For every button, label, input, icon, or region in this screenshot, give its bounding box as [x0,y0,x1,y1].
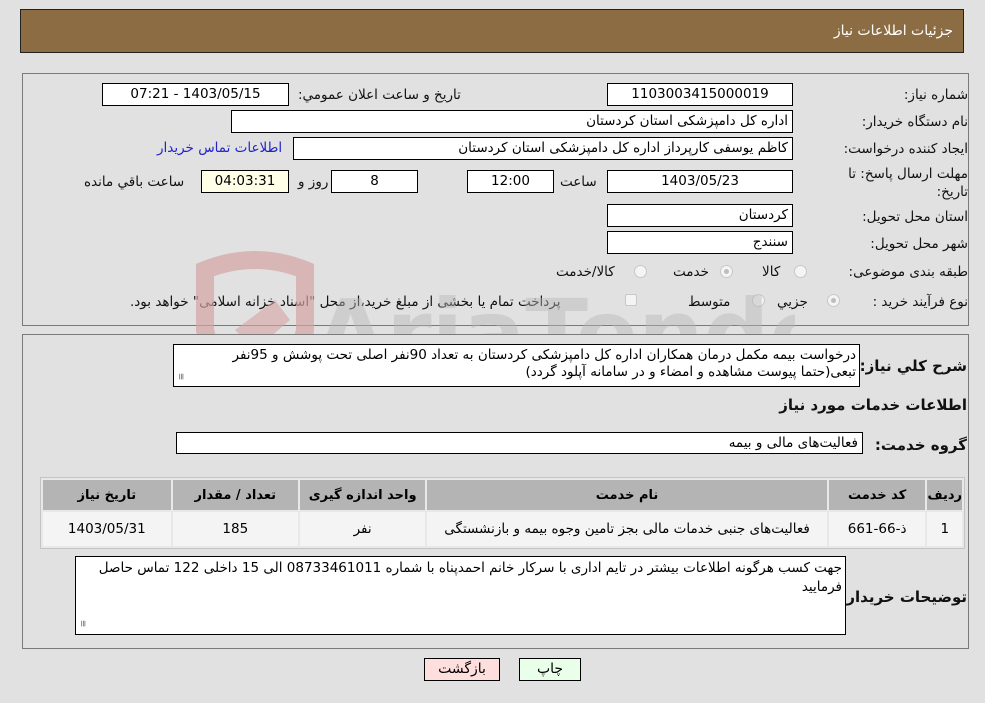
col-quantity: تعداد / مقدار [172,480,298,510]
resize-grip-icon[interactable]: ≡ [76,620,91,628]
deadline-label-date: تاریخ: [936,184,968,200]
services-table: ردیف کد خدمت نام خدمت واحد اندازه گیری ت… [40,477,965,549]
category-option-goods-service: کالا/خدمت [556,264,615,280]
purchase-type-option-minor: جزيي [777,294,808,310]
col-service-name: نام خدمت [427,480,827,510]
requester-field[interactable]: کاظم یوسفی کارپرداز اداره کل دامپزشکی اس… [293,137,793,160]
services-section-title: اطلاعات خدمات مورد نیاز [779,396,967,414]
service-group-field[interactable]: فعالیت‌های مالی و بیمه [176,432,863,454]
back-button[interactable]: بازگشت [424,658,500,681]
services-table-header: ردیف کد خدمت نام خدمت واحد اندازه گیری ت… [43,480,962,510]
purchase-type-radio-minor[interactable] [827,294,840,307]
buyer-org-label: نام دستگاه خریدار: [861,114,968,130]
purchase-type-label: نوع فرآیند خرید : [872,294,968,310]
cell-unit: نفر [299,512,426,546]
description-textarea[interactable]: درخواست بیمه مکمل درمان همکاران اداره کل… [173,344,860,387]
deadline-date-field[interactable]: 1403/05/23 [607,170,793,193]
print-button[interactable]: چاپ [519,658,581,681]
purchase-type-radio-medium[interactable] [752,294,765,307]
category-option-goods: کالا [762,264,781,280]
deadline-label: مهلت ارسال پاسخ: تا [848,166,968,182]
category-radio-service[interactable] [720,265,733,278]
page-header: جزئیات اطلاعات نیاز [20,9,964,53]
remaining-time-label: ساعت باقي مانده [84,174,185,190]
cell-service-name: فعالیت‌های جنبی خدمات مالی بجز تامین وجو… [427,512,827,546]
buyer-notes-textarea[interactable]: جهت کسب هرگونه اطلاعات بیشتر در تایم ادا… [75,556,846,635]
category-option-service: خدمت [673,264,709,280]
delivery-city-field[interactable]: سنندج [607,231,793,254]
delivery-city-label: شهر محل تحویل: [870,236,968,252]
buyer-org-field[interactable]: اداره کل دامپزشکی استان کردستان [231,110,793,133]
announce-datetime-label: تاریخ و ساعت اعلان عمومي: [298,87,461,103]
cell-need-date: 1403/05/31 [43,512,171,546]
requester-label: ایجاد کننده درخواست: [843,141,968,157]
col-unit: واحد اندازه گیری [299,480,426,510]
col-row-number: ردیف [927,480,962,510]
buyer-notes-label: توضیحات خریدار: [840,588,967,606]
need-number-label: شماره نیاز: [903,87,968,103]
deadline-time-field[interactable]: 12:00 [467,170,554,193]
category-radio-goods[interactable] [794,265,807,278]
page-title: جزئیات اطلاعات نیاز [833,23,953,39]
category-radio-goods-service[interactable] [634,265,647,278]
service-group-label: گروه خدمت: [874,436,967,454]
purchase-type-option-medium: متوسط [688,294,731,310]
col-need-date: تاریخ نیاز [43,480,171,510]
table-row: 1 ذ-66-661 فعالیت‌های جنبی خدمات مالی بج… [43,512,962,546]
buyer-contact-link[interactable]: اطلاعات تماس خریدار [157,140,282,156]
col-service-code: کد خدمت [828,480,926,510]
cell-row-number: 1 [927,512,962,546]
resize-grip-icon[interactable]: ≡ [174,373,188,381]
treasury-note: پرداخت تمام یا بخشی از مبلغ خرید،از محل … [130,294,561,310]
deadline-time-label: ساعت [560,174,597,190]
description-label: شرح كلي نياز: [859,357,967,375]
delivery-province-field[interactable]: کردستان [607,204,793,227]
category-label: طبقه بندی موضوعی: [848,264,968,280]
announce-datetime-field[interactable]: 1403/05/15 - 07:21 [102,83,289,106]
delivery-province-label: استان محل تحویل: [862,209,968,225]
cell-quantity: 185 [172,512,298,546]
days-label: روز و [298,174,329,190]
treasury-checkbox[interactable] [625,294,637,306]
description-text: درخواست بیمه مکمل درمان همکاران اداره کل… [232,347,857,380]
need-number-field[interactable]: 1103003415000019 [607,83,793,106]
deadline-days-field[interactable]: 8 [331,170,418,193]
cell-service-code: ذ-66-661 [828,512,926,546]
buyer-notes-text: جهت کسب هرگونه اطلاعات بیشتر در تایم ادا… [98,560,842,595]
remaining-time-field: 04:03:31 [201,170,289,193]
